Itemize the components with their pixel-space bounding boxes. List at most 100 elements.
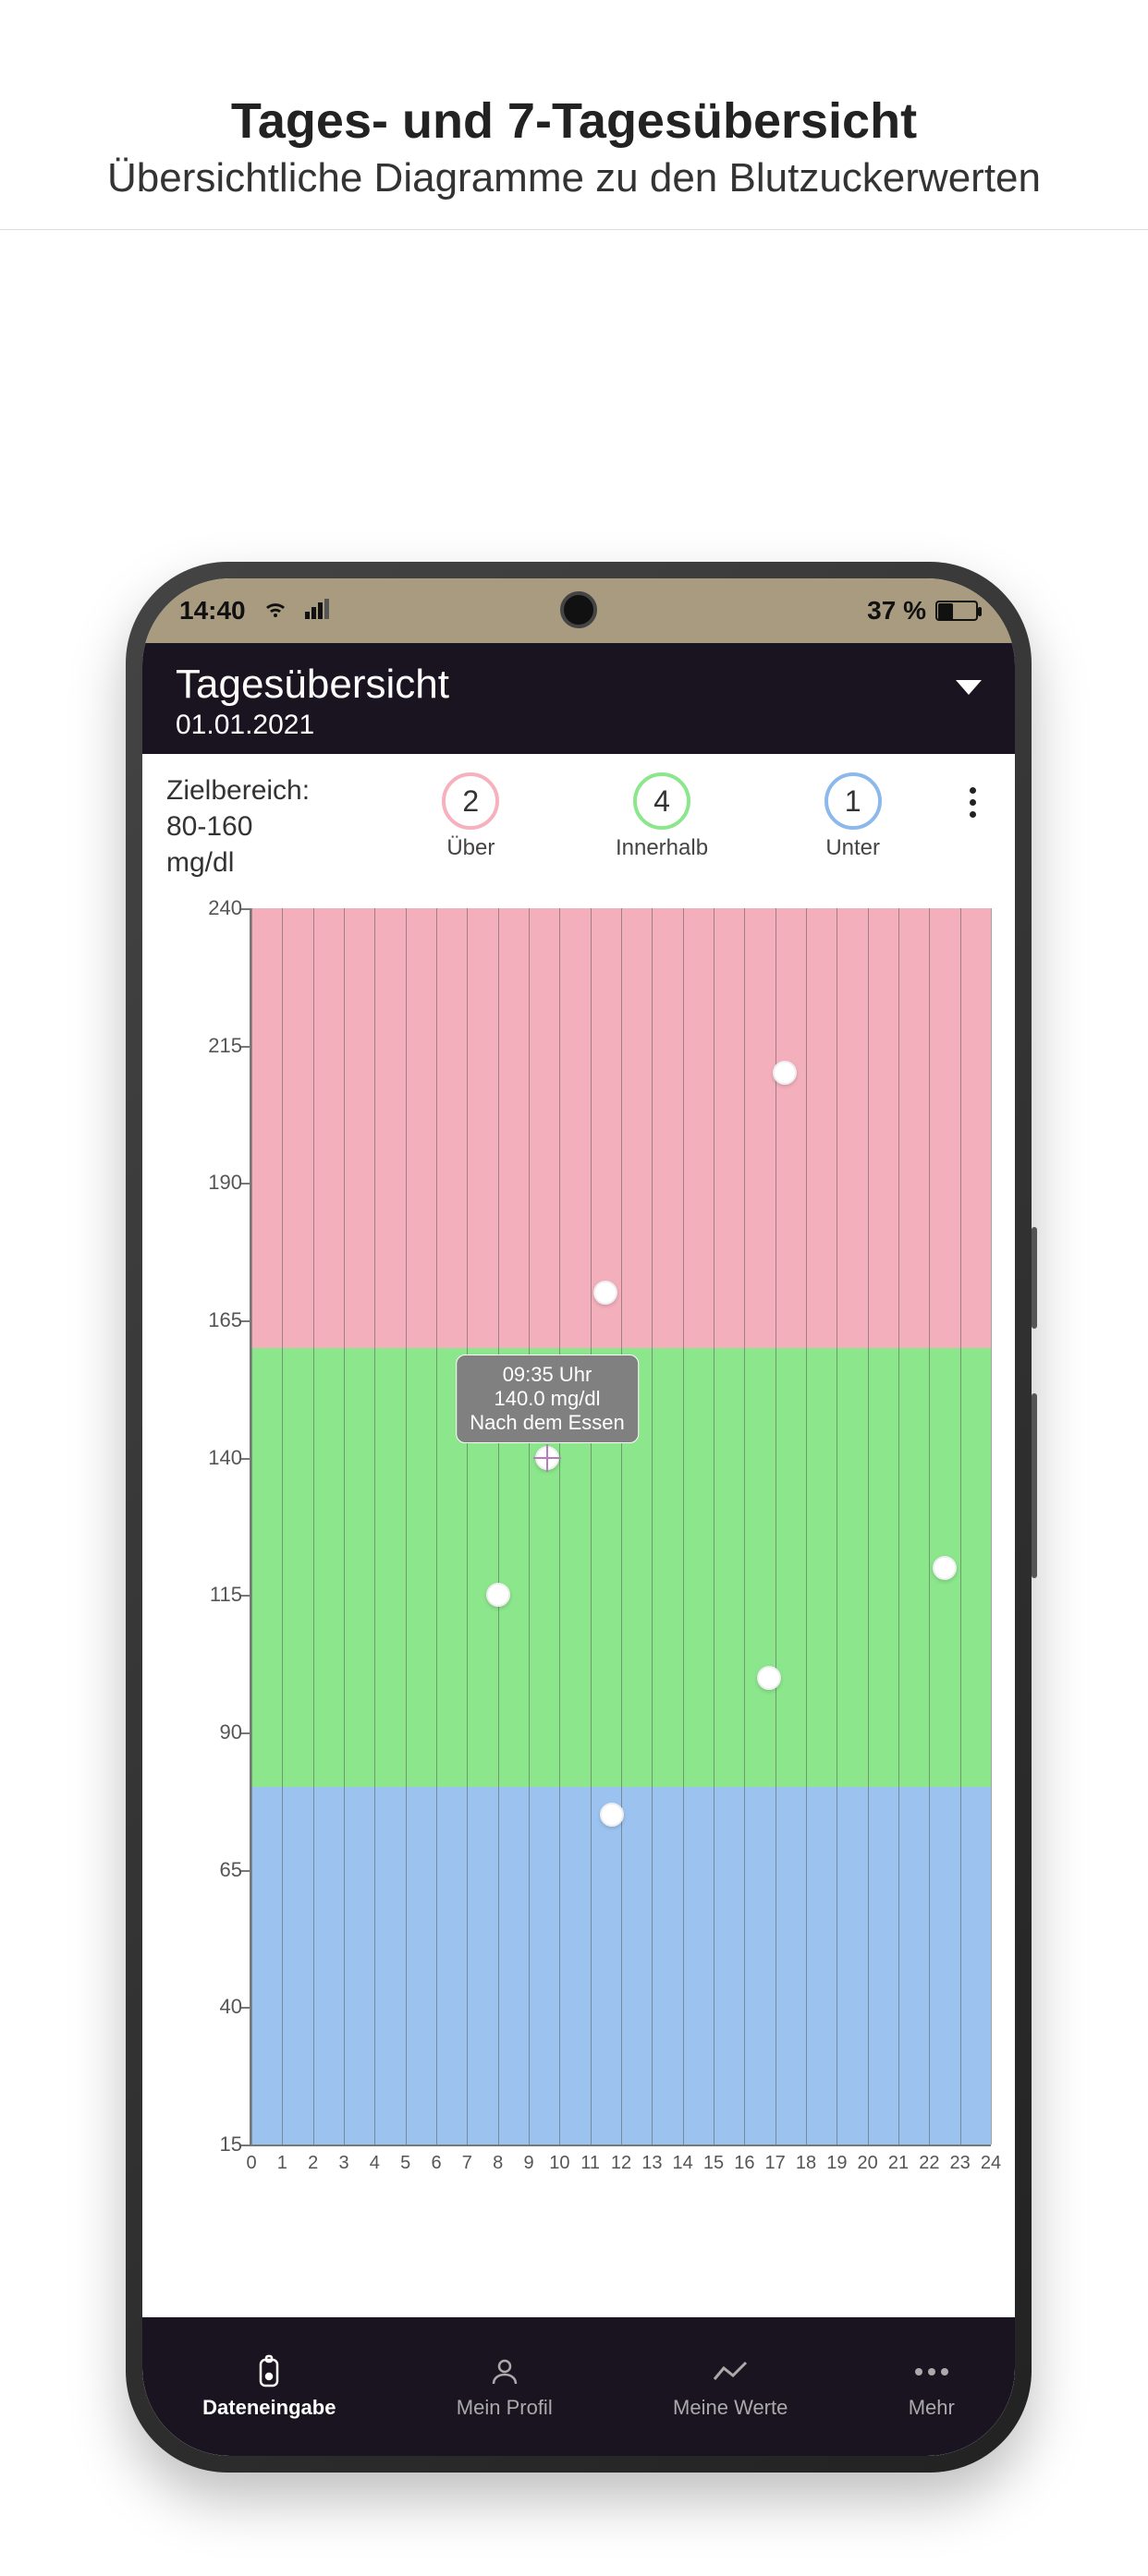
data-point[interactable] (933, 1556, 957, 1580)
x-tick-label: 17 (765, 2153, 786, 2174)
gridline (868, 908, 869, 2145)
gridline (683, 908, 684, 2145)
gridline (591, 908, 592, 2145)
screen-title: Tagesübersicht (176, 662, 449, 708)
nav-more-label: Mehr (909, 2396, 955, 2420)
x-tick-label: 8 (493, 2153, 503, 2174)
phone-frame: 14:40 37 % Tagesübersicht 01.01.2021 (126, 562, 1032, 2473)
dropdown-caret-icon[interactable] (956, 680, 982, 695)
x-tick-label: 4 (370, 2153, 380, 2174)
x-tick-label: 16 (734, 2153, 754, 2174)
gridline (344, 908, 345, 2145)
battery-percentage: 37 % (867, 596, 926, 626)
y-tick-label: 65 (177, 1858, 242, 1882)
nav-more[interactable]: Mehr (909, 2353, 955, 2420)
chart-area[interactable]: 0123456789101112131415161718192021222324… (166, 890, 991, 2183)
x-tick-label: 15 (703, 2153, 724, 2174)
gridline (559, 908, 560, 2145)
x-tick-label: 10 (549, 2153, 569, 2174)
x-tick-label: 5 (400, 2153, 410, 2174)
nav-profile-label: Mein Profil (457, 2396, 553, 2420)
promo-title: Tages- und 7-Tagesübersicht (0, 92, 1148, 150)
gridline (652, 908, 653, 2145)
nav-data-entry[interactable]: Dateneingabe (202, 2353, 336, 2420)
nav-data-entry-label: Dateneingabe (202, 2396, 336, 2420)
stat-over-label: Über (446, 835, 495, 861)
y-tick-label: 165 (177, 1308, 242, 1332)
chart-plot[interactable]: 0123456789101112131415161718192021222324… (250, 908, 991, 2146)
x-tick-label: 14 (673, 2153, 693, 2174)
gridline (282, 908, 283, 2145)
data-point[interactable] (773, 1061, 797, 1085)
y-tick-label: 140 (177, 1446, 242, 1470)
data-point[interactable] (593, 1281, 617, 1305)
x-tick-label: 20 (858, 2153, 878, 2174)
chart-line-icon (712, 2353, 749, 2390)
gridline (406, 908, 407, 2145)
wifi-icon (263, 596, 288, 626)
stat-under[interactable]: 1 Unter (763, 772, 943, 861)
x-tick-label: 0 (246, 2153, 256, 2174)
x-tick-label: 7 (462, 2153, 472, 2174)
gridline (313, 908, 314, 2145)
x-tick-label: 18 (796, 2153, 816, 2174)
clock: 14:40 (179, 596, 246, 626)
data-point[interactable] (757, 1666, 781, 1690)
nav-values-label: Meine Werte (673, 2396, 788, 2420)
more-options-icon[interactable] (954, 787, 991, 818)
x-tick-label: 2 (308, 2153, 318, 2174)
tooltip-value: 140.0 mg/dl (470, 1387, 625, 1411)
more-icon (913, 2353, 950, 2390)
gridline (498, 908, 499, 2145)
gridline (991, 908, 992, 2145)
data-entry-icon (250, 2353, 287, 2390)
app-header[interactable]: Tagesübersicht 01.01.2021 (142, 643, 1015, 754)
y-tick-label: 115 (177, 1583, 242, 1607)
x-tick-label: 23 (950, 2153, 971, 2174)
gridline (806, 908, 807, 2145)
stat-within-label: Innerhalb (616, 835, 708, 861)
chart-tooltip: 09:35 Uhr140.0 mg/dlNach dem Essen (456, 1355, 639, 1443)
x-tick-label: 6 (431, 2153, 441, 2174)
x-tick-label: 12 (611, 2153, 631, 2174)
x-tick-label: 1 (277, 2153, 287, 2174)
screen-date: 01.01.2021 (176, 710, 449, 741)
x-tick-label: 21 (888, 2153, 909, 2174)
gridline (744, 908, 745, 2145)
y-tick-label: 190 (177, 1171, 242, 1195)
x-tick-label: 11 (580, 2153, 600, 2174)
signal-icon (305, 596, 329, 626)
x-tick-label: 3 (338, 2153, 348, 2174)
nav-profile[interactable]: Mein Profil (457, 2353, 553, 2420)
stat-under-label: Unter (825, 835, 880, 861)
stats-row: Zielbereich: 80-160 mg/dl 2 Über 4 Inner… (142, 754, 1015, 890)
crosshair-icon (533, 1444, 561, 1472)
y-tick-label: 240 (177, 896, 242, 920)
stat-within-count: 4 (633, 772, 690, 830)
stat-within[interactable]: 4 Innerhalb (572, 772, 752, 861)
stat-under-count: 1 (824, 772, 882, 830)
x-tick-label: 24 (981, 2153, 1001, 2174)
camera-hole (560, 591, 597, 628)
x-tick-label: 19 (826, 2153, 847, 2174)
bottom-nav: Dateneingabe Mein Profil Meine Werte Meh… (142, 2317, 1015, 2456)
gridline (898, 908, 899, 2145)
x-tick-label: 22 (919, 2153, 939, 2174)
data-point[interactable] (486, 1583, 510, 1607)
phone-side-button (1032, 1227, 1037, 1329)
gridline (929, 908, 930, 2145)
x-tick-label: 13 (641, 2153, 662, 2174)
gridline (960, 908, 961, 2145)
nav-values[interactable]: Meine Werte (673, 2353, 788, 2420)
stat-over[interactable]: 2 Über (381, 772, 561, 861)
gridline (467, 908, 468, 2145)
stat-over-count: 2 (442, 772, 499, 830)
gridline (251, 908, 252, 2145)
x-tick-label: 9 (523, 2153, 533, 2174)
gridline (436, 908, 437, 2145)
tooltip-time: 09:35 Uhr (470, 1363, 625, 1387)
data-point[interactable] (600, 1803, 624, 1827)
y-tick-label: 15 (177, 2132, 242, 2157)
target-range-label: Zielbereich: 80-160 mg/dl (166, 772, 370, 881)
phone-screen: 14:40 37 % Tagesübersicht 01.01.2021 (142, 578, 1015, 2456)
